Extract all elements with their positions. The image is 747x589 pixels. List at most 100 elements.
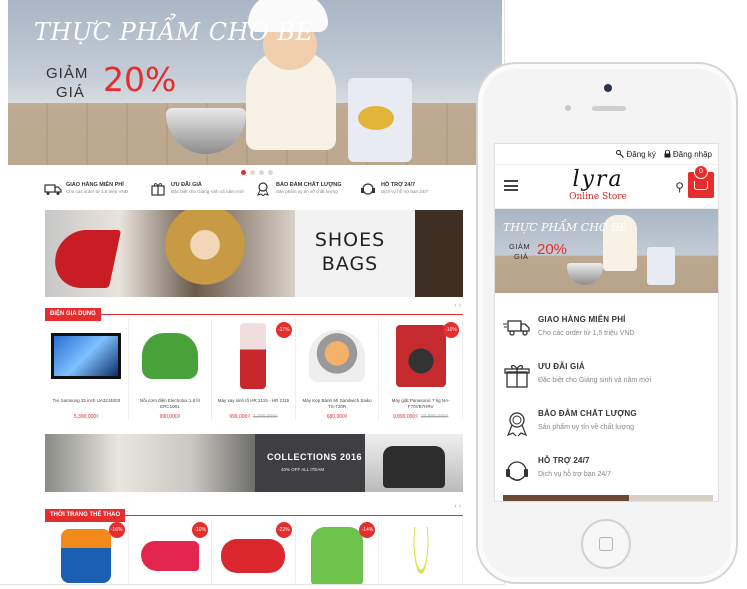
home-square-icon: [599, 537, 613, 551]
price-current: 5,390,000₫: [73, 414, 99, 420]
gift-icon: [151, 183, 165, 196]
truck-icon: [44, 184, 62, 195]
hero-sale-line2: GIÁ: [56, 84, 85, 101]
slider-dot-3[interactable]: [259, 170, 264, 175]
logo-subtitle: Online Store: [569, 192, 627, 202]
mobile-feature-shipping: GIAO HÀNG MIỄN PHÍ Cho các order từ 1,5 …: [495, 305, 718, 352]
product-card[interactable]: -16%: [45, 518, 129, 584]
section-nav-arrows[interactable]: ‹ ›: [454, 302, 461, 309]
collections-banner[interactable]: COLLECTIONS 2016 40% OFF ALL ITEAM: [45, 434, 463, 492]
product-price: 999,000₫ 1,200,000₫: [212, 414, 295, 420]
product-image[interactable]: [45, 318, 128, 394]
tennis-racket-image: [410, 527, 431, 584]
shoes-bags-banner[interactable]: SHOES BAGS: [45, 210, 463, 297]
feature-subtitle: Đặc biệt cho Giáng sinh và năm mới: [538, 377, 652, 384]
feature-quality: BẢO ĐẢM CHẤT LƯỢNG Sản phẩm uy tín về chấ…: [254, 182, 359, 204]
product-card[interactable]: -14%: [296, 518, 380, 584]
hero-title: THỰC PHẨM CHO BÉ: [34, 18, 314, 46]
banner-bag-image: [415, 210, 463, 297]
price-current: 999,000₫: [229, 414, 250, 420]
product-name[interactable]: Tivi Samsung 32 inch UA32J4003: [45, 398, 128, 410]
hero-flour-bag: [647, 247, 675, 285]
price-current: 680,000₫: [326, 414, 348, 420]
next-banner-peek: [503, 495, 713, 501]
hero-bowl-image: [567, 263, 603, 285]
product-name[interactable]: Nồi cơm điện Electrolux 1.8 lít ERC1001: [129, 398, 212, 410]
menu-icon[interactable]: [504, 180, 518, 191]
mobile-topbar: Đăng ký Đăng nhập: [495, 144, 718, 165]
product-image[interactable]: -10%: [379, 318, 462, 394]
login-link[interactable]: Đăng nhập: [664, 150, 712, 159]
slider-dot-2[interactable]: [250, 170, 255, 175]
hero-banner[interactable]: THỰC PHẨM CHO BÉ GIẢM GIÁ 20%: [8, 0, 502, 165]
product-image[interactable]: -17%: [212, 318, 295, 394]
product-image[interactable]: -22%: [212, 518, 295, 584]
feature-title: HỖ TRỢ 24/7: [381, 182, 416, 188]
headset-icon: [361, 183, 375, 195]
medal-icon: [257, 182, 269, 196]
collections-subtitle: 40% OFF ALL ITEAM: [281, 467, 325, 472]
login-label: Đăng nhập: [672, 149, 712, 159]
product-card[interactable]: Máy Kẹp Bánh Mì Sandwich Saiko TS-720R 6…: [296, 318, 380, 420]
cookware-image: [45, 434, 255, 492]
product-card[interactable]: Tivi Samsung 32 inch UA32J4003 5,390,000…: [45, 318, 129, 420]
slider-dots: [241, 170, 273, 175]
product-image[interactable]: -16%: [45, 518, 128, 584]
product-card[interactable]: -17% Máy xay sinh tố HR 2115 - HR 2115 9…: [212, 318, 296, 420]
product-image[interactable]: -10%: [129, 518, 212, 584]
cart-count-badge: 0: [694, 165, 708, 179]
cart-button[interactable]: 0: [688, 165, 714, 198]
product-row-appliances: Tivi Samsung 32 inch UA32J4003 5,390,000…: [45, 318, 463, 420]
feature-subtitle: Đặc biệt cho Giáng sinh và năm mới: [171, 189, 244, 194]
gift-icon: [504, 364, 530, 388]
product-name[interactable]: Máy xay sinh tố HR 2115 - HR 2115: [212, 398, 295, 410]
register-link[interactable]: Đăng ký: [616, 150, 656, 159]
product-image[interactable]: -14%: [296, 518, 379, 584]
product-card[interactable]: [379, 518, 463, 584]
product-card[interactable]: Nồi cơm điện Electrolux 1.8 lít ERC1001 …: [129, 318, 213, 420]
discount-badge: -14%: [359, 522, 376, 538]
mobile-feature-quality: BẢO ĐẢM CHẤT LƯỢNG Sản phẩm uy tín về ch…: [495, 399, 718, 446]
tshirt-image: [61, 529, 112, 583]
sandwich-maker-image: [309, 330, 366, 382]
banner-model-face: [165, 210, 245, 297]
feature-strip: GIAO HÀNG MIỄN PHÍ Cho các order từ 1,5 t…: [44, 182, 464, 204]
slider-dot-4[interactable]: [268, 170, 273, 175]
feature-subtitle: Sản phẩm uy tín về chất lượng: [276, 189, 338, 194]
lock-icon: [664, 150, 671, 158]
feature-title: ƯU ĐÃI GIÁ: [538, 362, 585, 371]
mobile-feature-support: HỖ TRỢ 24/7 Dịch vụ hỗ trợ bạn 24/7: [495, 446, 718, 493]
collections-title: COLLECTIONS 2016: [267, 452, 363, 462]
product-card[interactable]: -10% Máy giặt Panasonic 7 kg NA-F70VB7HR…: [379, 318, 463, 420]
hero-percent: 20%: [103, 60, 177, 99]
product-image[interactable]: [296, 318, 379, 394]
store-logo[interactable]: lyra Online Store: [543, 168, 653, 203]
feature-title: ƯU ĐÃI GIÁ: [171, 182, 202, 188]
sneaker-image: [140, 541, 199, 571]
blender-image: [240, 323, 267, 389]
section-nav-arrows[interactable]: ‹ ›: [454, 503, 461, 510]
price-old: 1,200,000₫: [252, 414, 278, 420]
product-name[interactable]: Máy giặt Panasonic 7 kg NA-F70VB7HRV: [379, 398, 462, 410]
feature-title: BẢO ĐẢM CHẤT LƯỢNG: [276, 182, 342, 188]
discount-badge: -10%: [442, 322, 459, 338]
feature-support: HỖ TRỢ 24/7 Dịch vụ hỗ trợ bạn 24/7: [359, 182, 464, 204]
product-card[interactable]: -10%: [129, 518, 213, 584]
hero-sale-line1: GIẢM: [46, 65, 89, 82]
home-button[interactable]: [581, 519, 631, 569]
feature-subtitle: Cho các order từ 1,5 triệu VND: [66, 189, 129, 194]
section-header-sportswear: THỜI TRANG THỂ THAO ‹ ›: [45, 503, 463, 522]
product-name[interactable]: Máy Kẹp Bánh Mì Sandwich Saiko TS-720R: [296, 398, 379, 410]
product-card[interactable]: -22%: [212, 518, 296, 584]
slider-dot-1[interactable]: [241, 170, 246, 175]
product-image[interactable]: [379, 518, 462, 584]
collections-panel: [255, 434, 365, 492]
feature-title: GIAO HÀNG MIỄN PHÍ: [66, 182, 124, 188]
product-image[interactable]: [129, 318, 212, 394]
hero-sale-line1: GIẢM: [509, 242, 531, 251]
feature-subtitle: Dịch vụ hỗ trợ bạn 24/7: [381, 189, 428, 194]
search-icon[interactable]: ⚲: [675, 180, 684, 194]
mobile-hero-banner[interactable]: THỰC PHẨM CHO BÉ GIẢM GIÁ 20%: [495, 209, 718, 293]
hero-flour-bag: [348, 78, 412, 162]
rice-cooker-image: [141, 333, 198, 379]
